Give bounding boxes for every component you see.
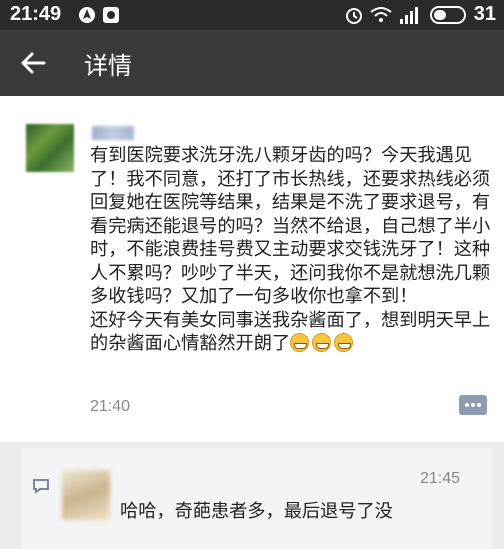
grin-emoji-icon — [290, 333, 310, 352]
comment-avatar[interactable] — [62, 470, 110, 520]
navigation-icon — [79, 7, 95, 23]
page-title: 详情 — [84, 52, 132, 80]
status-time: 21:49 — [10, 3, 62, 25]
signal-icon — [400, 7, 418, 24]
arrow-left-icon[interactable] — [18, 48, 48, 78]
wifi-icon — [370, 7, 392, 22]
comment-bubble-icon[interactable] — [458, 394, 488, 416]
comment-icon — [33, 479, 49, 494]
chat-app-icon — [103, 7, 119, 23]
status-bar: 21:49 31 — [0, 0, 504, 30]
grin-emoji-icon — [312, 333, 332, 352]
post-content: 有到医院要求洗牙洗八颗牙齿的吗？今天我遇见了！我不同意，还打了市长热线，还要求热… — [90, 144, 494, 356]
post-text: 有到医院要求洗牙洗八颗牙齿的吗？今天我遇见了！我不同意，还打了市长热线，还要求热… — [90, 145, 491, 354]
post-timestamp: 21:40 — [90, 398, 131, 415]
battery-icon — [430, 6, 466, 24]
grin-emoji-icon — [334, 333, 354, 352]
alarm-icon — [346, 8, 362, 24]
author-name-blurred[interactable] — [92, 126, 134, 140]
comment-text: 哈哈，奇葩患者多，最后退号了没 — [120, 501, 393, 522]
app-bar: 详情 — [0, 30, 504, 96]
avatar[interactable] — [26, 124, 74, 172]
battery-level: 31 — [473, 3, 496, 25]
comment-timestamp: 21:45 — [420, 470, 461, 487]
